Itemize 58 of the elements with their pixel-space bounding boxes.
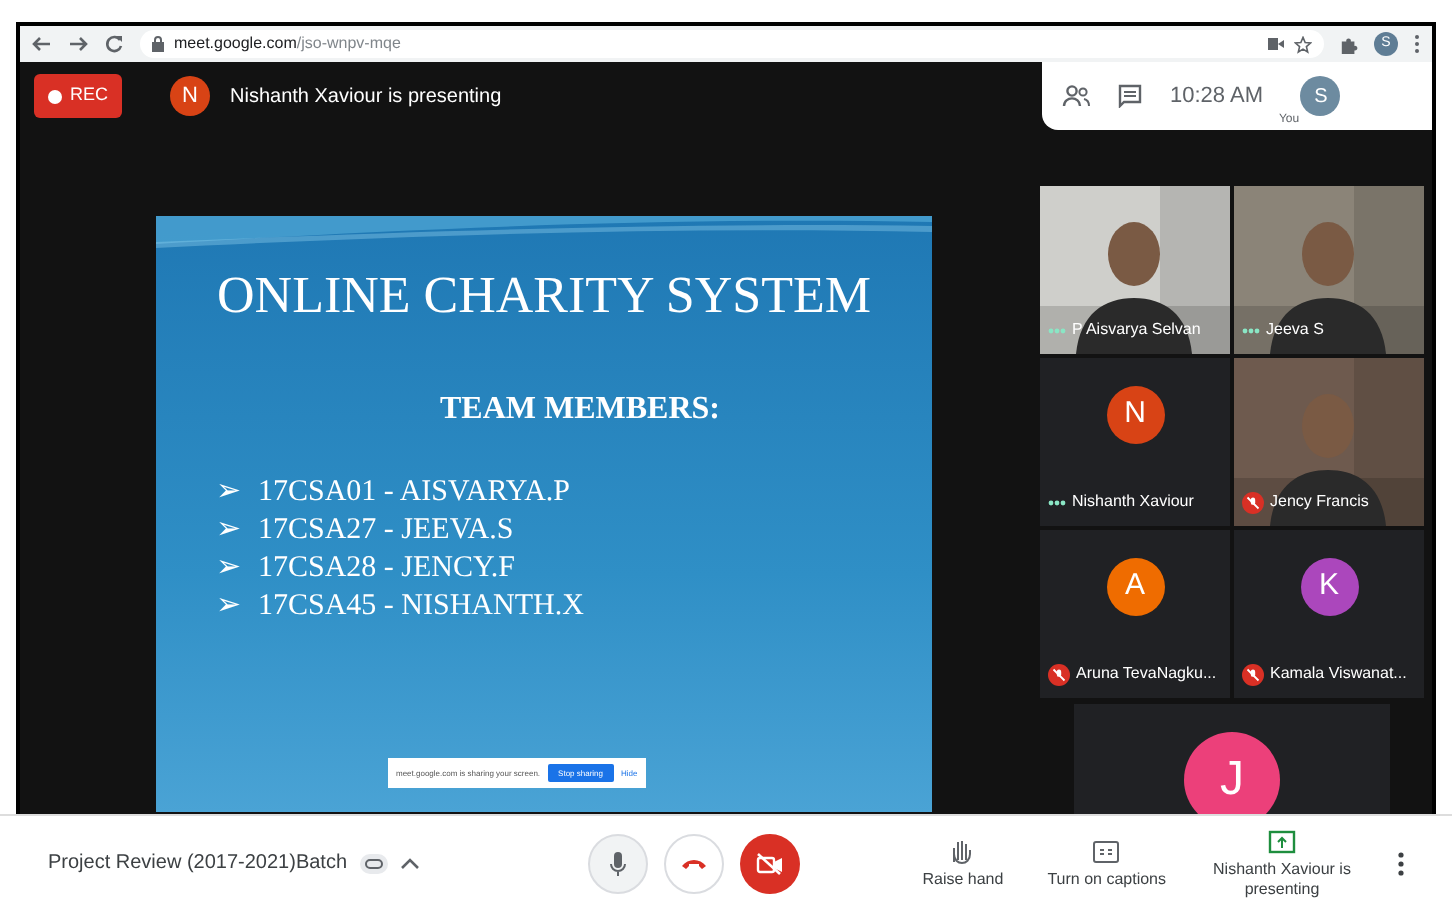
camera-off-icon — [756, 851, 784, 875]
address-bar[interactable]: meet.google.com/jso-wnpv-mqe — [140, 30, 1324, 58]
microphone-button[interactable] — [588, 833, 648, 893]
audio-dots-icon — [1048, 327, 1066, 333]
forward-icon[interactable] — [68, 34, 88, 54]
member-item: 17CSA28 - JENCY.F — [258, 550, 516, 588]
member-item: 17CSA01 - AISVARYA.P — [258, 474, 571, 512]
participant-avatar: A — [1106, 558, 1164, 616]
microphone-icon — [610, 851, 626, 875]
clock-time: 10:28 AM — [1170, 81, 1263, 112]
bullet-icon: ➢ — [216, 474, 242, 512]
participant-name: Aruna TevaNagku... — [1076, 662, 1217, 686]
muted-mic-icon — [1242, 663, 1264, 685]
chevron-up-icon[interactable] — [399, 856, 420, 870]
muted-mic-icon — [1048, 663, 1070, 685]
slide-title: ONLINE CHARITY SYSTEM — [217, 264, 871, 328]
audio-dots-icon — [1242, 327, 1260, 333]
hand-icon — [948, 837, 977, 865]
people-icon[interactable] — [1062, 84, 1090, 108]
camera-button[interactable] — [740, 833, 800, 893]
presenter-status: Nishanth Xaviour is presenting — [230, 83, 502, 111]
bullet-icon: ➢ — [216, 550, 242, 588]
bullet-icon: ➢ — [216, 512, 242, 550]
leave-call-button[interactable] — [664, 833, 724, 893]
chat-icon[interactable] — [1118, 84, 1142, 108]
participant-name: Nishanth Xaviour — [1072, 490, 1194, 514]
back-icon[interactable] — [32, 34, 52, 54]
meeting-name: Project Review (2017-2021)Batch — [48, 850, 348, 878]
captions-icon — [1092, 837, 1121, 865]
action-button[interactable]: Raise hand — [922, 837, 1004, 889]
participant-avatar: N — [1106, 386, 1164, 444]
participant-avatar: K — [1300, 558, 1358, 616]
present-icon — [1268, 827, 1296, 855]
camera-icon[interactable] — [1268, 38, 1284, 50]
puzzle-icon[interactable] — [1340, 35, 1358, 53]
lock-icon — [152, 36, 164, 52]
participant-name: Jency Francis — [1270, 490, 1369, 514]
star-icon[interactable] — [1294, 35, 1312, 53]
participant-name: P Aisvarya Selvan — [1072, 318, 1201, 342]
rec-badge: REC — [34, 74, 123, 118]
action-button[interactable]: Turn on captions — [1047, 837, 1166, 889]
url-text: meet.google.com/jso-wnpv-mqe — [174, 36, 403, 52]
meeting-details-icon[interactable] — [359, 853, 388, 873]
more-icon[interactable] — [1398, 851, 1404, 875]
phone-icon — [682, 857, 706, 869]
slide-subtitle: TEAM MEMBERS: — [440, 390, 720, 430]
action-button[interactable]: Nishanth Xaviour is presenting — [1210, 827, 1354, 899]
participant-name: Jeeva S — [1266, 318, 1324, 342]
more-icon[interactable] — [1414, 34, 1420, 54]
bullet-icon: ➢ — [216, 588, 242, 626]
muted-mic-icon — [1242, 491, 1264, 513]
self-avatar: S — [1300, 76, 1341, 116]
audio-dots-icon — [1048, 499, 1066, 505]
reload-icon[interactable] — [104, 34, 124, 54]
member-item: 17CSA45 - NISHANTH.X — [258, 588, 584, 626]
participant-name: Kamala Viswanat... — [1270, 662, 1407, 686]
presenter-avatar: N — [170, 76, 211, 116]
member-item: 17CSA27 - JEEVA.S — [258, 512, 514, 550]
